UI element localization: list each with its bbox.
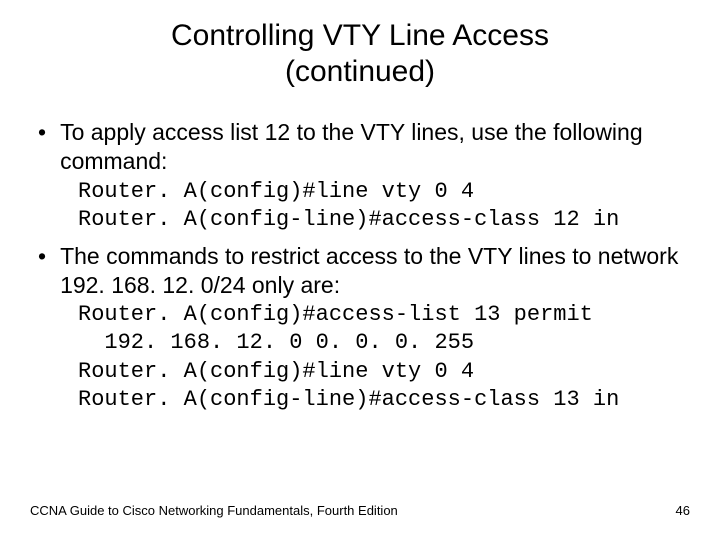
- title-line-1: Controlling VTY Line Access: [171, 19, 549, 52]
- footer-source: CCNA Guide to Cisco Networking Fundament…: [30, 503, 398, 518]
- code-block: Router. A(config)#access-list 13 permit …: [30, 301, 690, 414]
- bullet-text: To apply access list 12 to the VTY lines…: [60, 118, 690, 176]
- bullet-item: • The commands to restrict access to the…: [30, 242, 690, 300]
- title-line-2: (continued): [285, 55, 435, 88]
- bullet-dot-icon: •: [38, 118, 60, 176]
- footer-page-number: 46: [676, 503, 690, 518]
- bullet-text: The commands to restrict access to the V…: [60, 242, 690, 300]
- bullet-dot-icon: •: [38, 242, 60, 300]
- bullet-item: • To apply access list 12 to the VTY lin…: [30, 118, 690, 176]
- slide: Controlling VTY Line Access (continued) …: [0, 0, 720, 540]
- code-block: Router. A(config)#line vty 0 4 Router. A…: [30, 178, 690, 234]
- slide-footer: CCNA Guide to Cisco Networking Fundament…: [30, 503, 690, 518]
- slide-title: Controlling VTY Line Access (continued): [30, 18, 690, 90]
